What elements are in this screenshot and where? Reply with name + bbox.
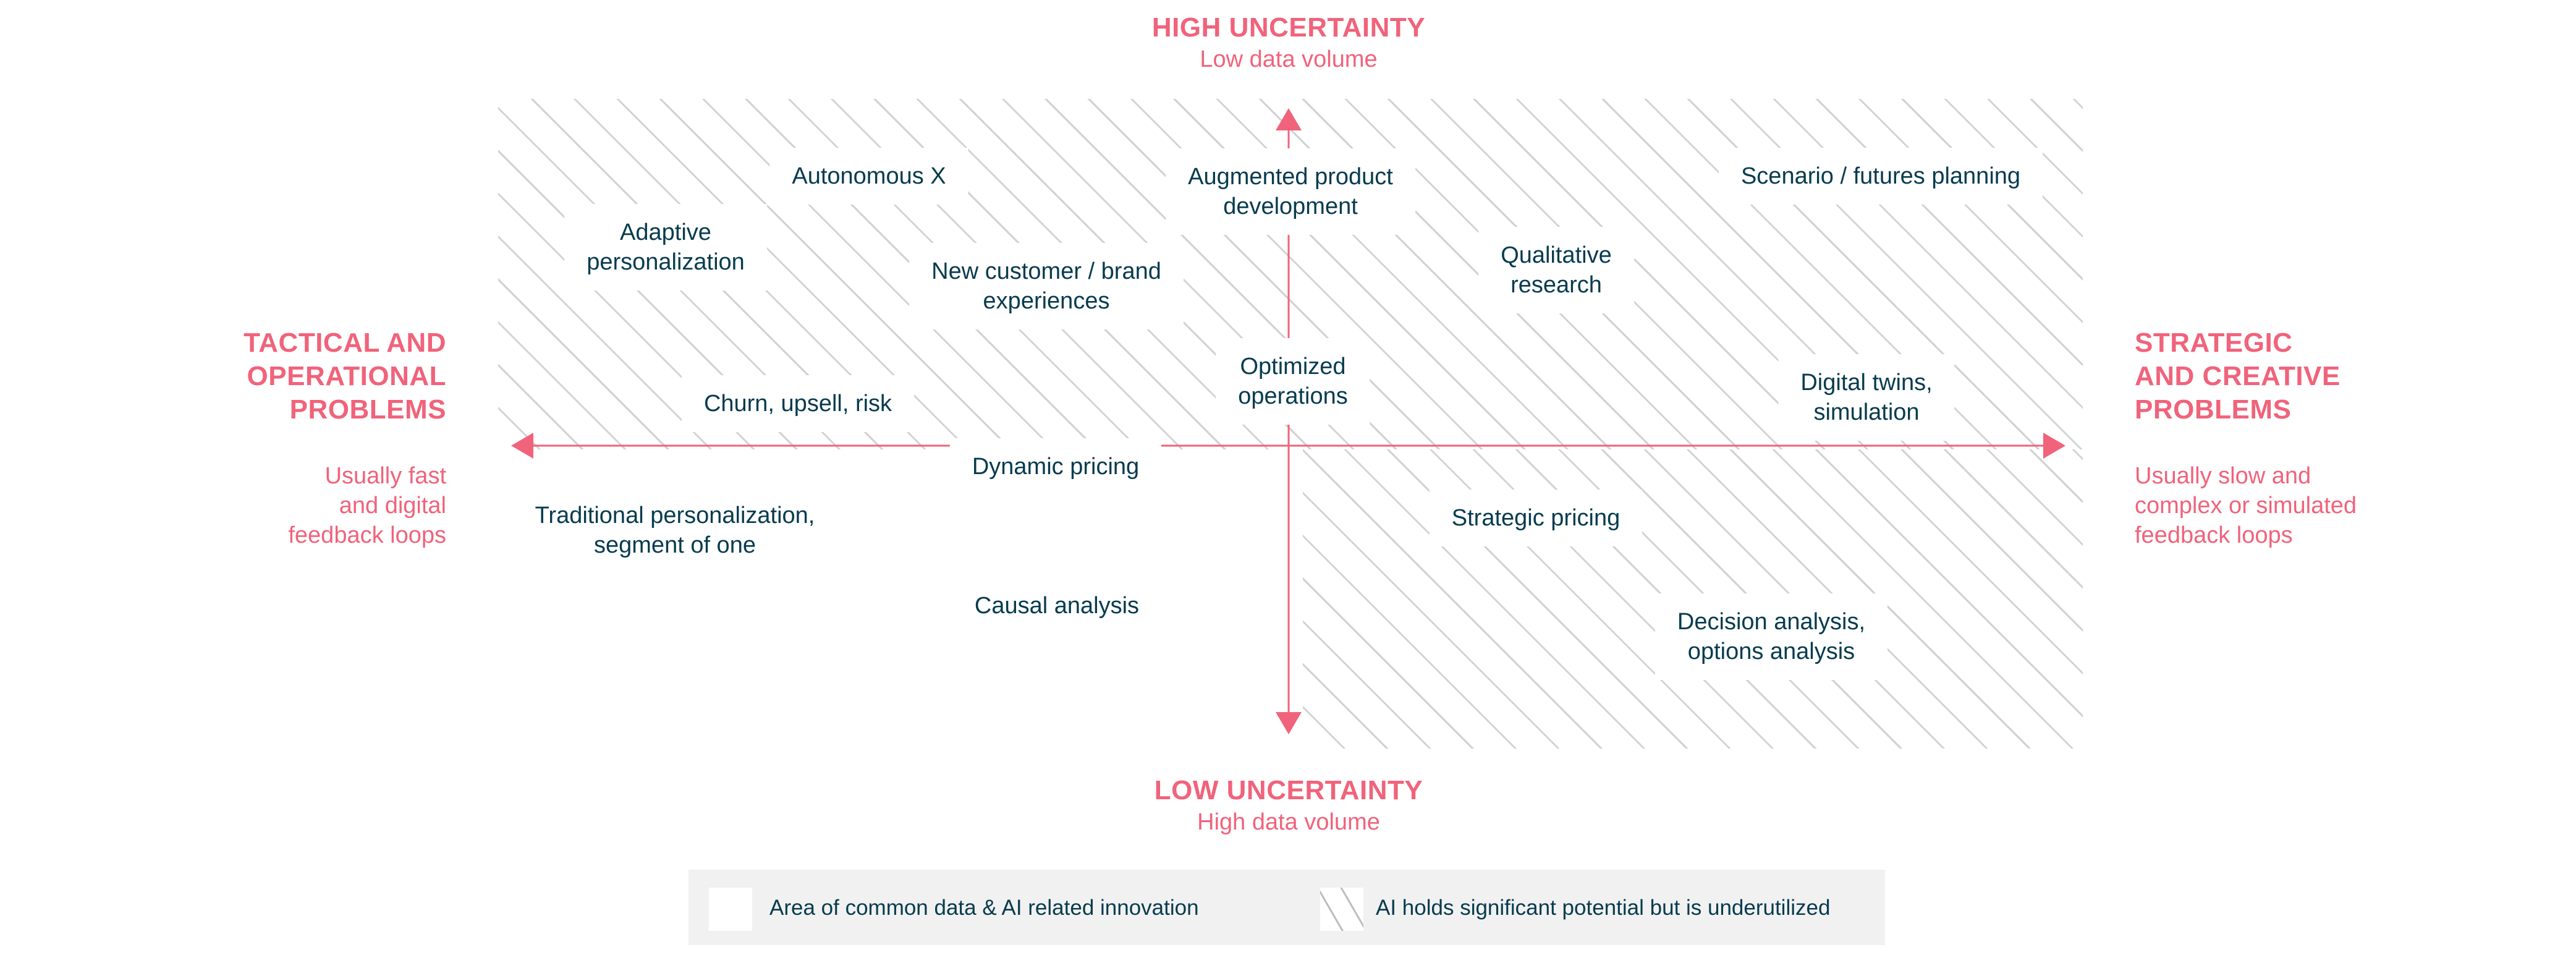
- item-line: Causal analysis: [974, 593, 1140, 619]
- left-axis-subtitle-line: Usually fast: [324, 463, 446, 489]
- item-autonomous-x: Autonomous X: [769, 148, 968, 205]
- item-line: Adaptive: [620, 219, 711, 245]
- item-line: research: [1510, 272, 1602, 298]
- item-line: simulation: [1813, 399, 1920, 425]
- right-axis-subtitle: Usually slow and complex or simulated fe…: [2135, 461, 2357, 550]
- top-axis-title: HIGH UNCERTAINTY: [1151, 12, 1426, 43]
- right-axis-subtitle-line: Usually slow and: [2135, 463, 2311, 489]
- left-axis-title-line: PROBLEMS: [289, 394, 446, 425]
- item-line: Optimized: [1240, 354, 1346, 380]
- item-decision-analysis: Decision analysis, options analysis: [1654, 593, 1888, 680]
- left-axis-title: TACTICAL AND OPERATIONAL PROBLEMS: [244, 326, 446, 427]
- item-adaptive-personalization: Adaptive personalization: [564, 204, 767, 291]
- item-line: Qualitative: [1501, 242, 1612, 268]
- left-axis-subtitle-line: and digital: [339, 493, 446, 519]
- item-line: experiences: [983, 288, 1110, 314]
- item-line: personalization: [587, 249, 745, 275]
- item-dynamic-pricing: Dynamic pricing: [949, 438, 1162, 495]
- item-new-customer-brand-experiences: New customer / brand experiences: [909, 243, 1184, 329]
- left-axis-subtitle: Usually fast and digital feedback loops: [288, 461, 446, 550]
- legend: Area of common data & AI related innovat…: [688, 870, 1885, 945]
- arrow-right-icon: [2043, 433, 2065, 459]
- item-scenario-futures-planning: Scenario / futures planning: [1718, 148, 2043, 205]
- legend-label-common: Area of common data & AI related innovat…: [769, 896, 1199, 920]
- bottom-axis-title: LOW UNCERTAINTY: [1154, 775, 1423, 805]
- item-qualitative-research: Qualitative research: [1478, 227, 1634, 313]
- bottom-axis-subtitle: High data volume: [1197, 809, 1380, 835]
- left-axis-title-line: TACTICAL AND: [244, 328, 446, 358]
- item-strategic-pricing: Strategic pricing: [1429, 490, 1643, 546]
- item-line: Autonomous X: [792, 163, 946, 189]
- item-augmented-product-development: Augmented product development: [1166, 148, 1415, 235]
- legend-swatch-common: [709, 888, 752, 931]
- right-axis-title-line: STRATEGIC: [2135, 328, 2293, 358]
- item-digital-twins-simulation: Digital twins, simulation: [1778, 354, 1955, 441]
- item-line: Traditional personalization,: [535, 503, 815, 529]
- arrow-left-icon: [511, 433, 533, 459]
- right-axis-title-line: AND CREATIVE: [2135, 361, 2341, 391]
- item-line: development: [1223, 193, 1358, 219]
- item-line: operations: [1238, 383, 1348, 409]
- legend-swatch-hatched: [1320, 888, 1363, 931]
- item-line: Dynamic pricing: [972, 454, 1140, 480]
- right-axis-title-line: PROBLEMS: [2135, 394, 2292, 425]
- right-axis-title: STRATEGIC AND CREATIVE PROBLEMS: [2135, 326, 2341, 427]
- legend-label-hatched: AI holds significant potential but is un…: [1376, 896, 1831, 920]
- item-line: Strategic pricing: [1451, 505, 1621, 531]
- right-axis-subtitle-line: feedback loops: [2135, 522, 2293, 548]
- item-churn-upsell-risk: Churn, upsell, risk: [681, 375, 915, 432]
- right-axis-subtitle-line: complex or simulated: [2135, 493, 2357, 519]
- item-optimized-operations: Optimized operations: [1216, 338, 1370, 425]
- item-line: Decision analysis,: [1677, 609, 1866, 635]
- top-axis-subtitle: Low data volume: [1200, 46, 1378, 72]
- left-axis-title-line: OPERATIONAL: [247, 361, 446, 391]
- item-line: Scenario / futures planning: [1740, 163, 2021, 189]
- arrow-down-icon: [1276, 712, 1302, 734]
- item-line: Digital twins,: [1800, 370, 1933, 396]
- item-line: Churn, upsell, risk: [703, 391, 892, 417]
- item-line: New customer / brand: [931, 258, 1161, 284]
- quadrant-diagram: HIGH UNCERTAINTY Low data volume LOW UNC…: [0, 0, 2576, 968]
- item-line: segment of one: [594, 532, 756, 558]
- arrow-up-icon: [1276, 108, 1302, 130]
- item-traditional-personalization: Traditional personalization, segment of …: [512, 487, 837, 574]
- item-line: Augmented product: [1188, 164, 1393, 190]
- left-axis-subtitle-line: feedback loops: [288, 522, 446, 548]
- item-line: options analysis: [1687, 639, 1855, 664]
- item-causal-analysis: Causal analysis: [952, 577, 1162, 634]
